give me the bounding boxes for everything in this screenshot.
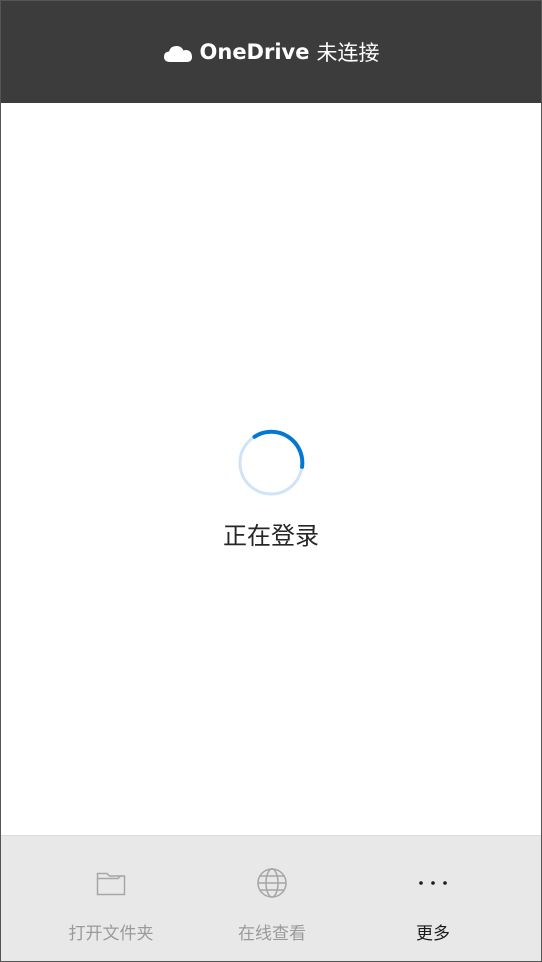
main-content: 正在登录 [1,103,541,835]
onedrive-cloud-icon [163,45,192,62]
more-icon [419,881,447,885]
loading-spinner-icon [238,429,305,496]
title-bar: OneDrive 未连接 [1,1,541,103]
view-online-button[interactable]: 在线查看 [187,836,357,961]
open-folder-label: 打开文件夹 [68,924,154,944]
more-label: 更多 [416,924,450,944]
app-title: OneDrive [199,40,310,64]
open-folder-button[interactable]: 打开文件夹 [26,836,196,961]
signing-in-label: 正在登录 [223,522,319,550]
bottom-toolbar: 打开文件夹 在线查看 更多 [1,835,541,961]
folder-icon [96,872,126,896]
connection-status: 未连接 [316,41,380,65]
more-button[interactable]: 更多 [348,836,518,961]
onedrive-window: OneDrive 未连接 正在登录 打开文件夹 在线查看 更多 [0,0,542,962]
view-online-label: 在线查看 [238,924,306,944]
globe-icon [257,868,287,898]
